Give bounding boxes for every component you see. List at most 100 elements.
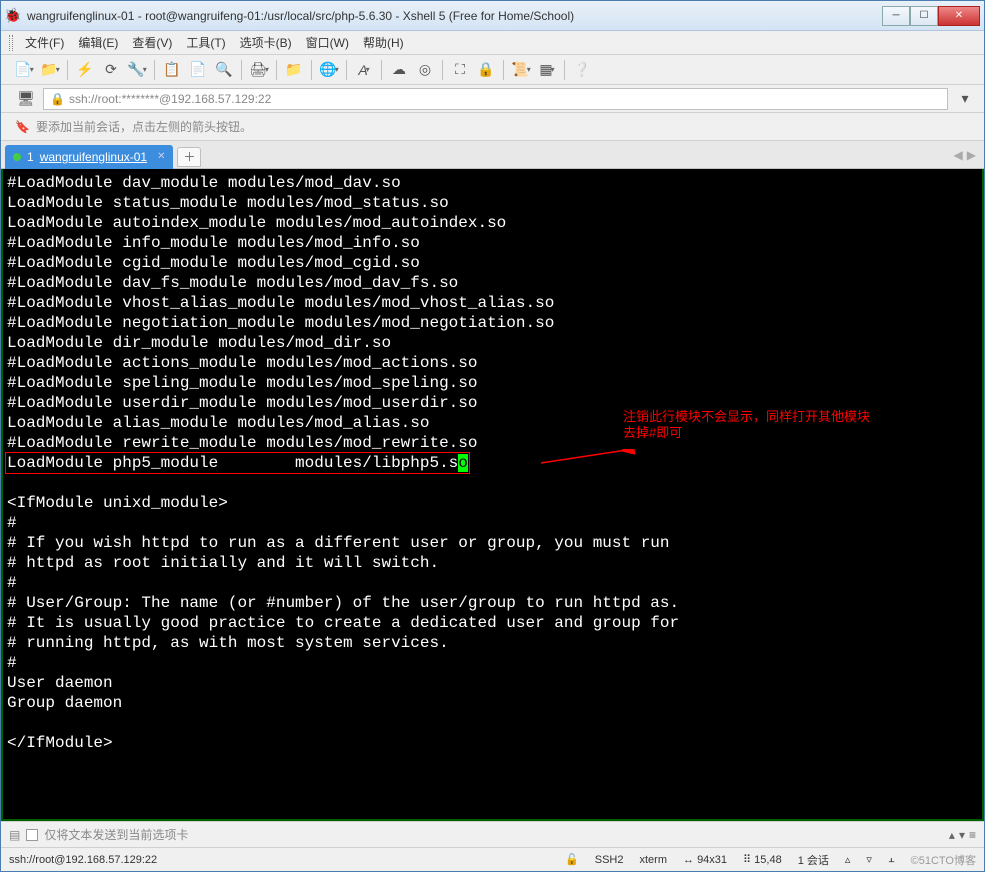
tab-next-icon[interactable]: ▶ bbox=[967, 148, 976, 162]
window-controls: ─ ☐ ✕ bbox=[882, 6, 980, 26]
xftp-icon[interactable]: 📁 bbox=[283, 59, 305, 81]
scroll-icon[interactable]: 📜▾ bbox=[510, 59, 532, 81]
watermark: ©51CTO博客 bbox=[911, 852, 976, 868]
bookmark-icon[interactable]: 🔖 bbox=[15, 120, 30, 134]
properties-icon[interactable]: 🔧▾ bbox=[126, 59, 148, 81]
terminal-line: # running httpd, as with most system ser… bbox=[7, 633, 978, 653]
separator bbox=[442, 60, 443, 80]
copy-icon[interactable]: 📋 bbox=[161, 59, 183, 81]
fullscreen-icon[interactable]: ⛶ bbox=[449, 59, 471, 81]
highlight-prefix: LoadModule php5_module modules/libphp5.s bbox=[7, 454, 458, 472]
terminal-line: Group daemon bbox=[7, 693, 978, 713]
menu-window[interactable]: 窗口(W) bbox=[300, 32, 355, 53]
terminal-line: LoadModule dir_module modules/mod_dir.so bbox=[7, 333, 978, 353]
status-nav-dn-icon[interactable]: ▿ bbox=[866, 853, 872, 866]
status-dot-icon bbox=[13, 153, 21, 161]
terminal-line bbox=[7, 473, 978, 493]
info-bar: 🔖 要添加当前会话，点击左侧的箭头按钮。 bbox=[1, 113, 984, 141]
separator bbox=[67, 60, 68, 80]
cloud-icon[interactable]: ☁ bbox=[388, 59, 410, 81]
menu-tools[interactable]: 工具(T) bbox=[180, 32, 231, 53]
paste-icon[interactable]: 📄 bbox=[187, 59, 209, 81]
window-title: wangruifenglinux-01 - root@wangruifeng-0… bbox=[27, 9, 882, 23]
send-down-icon[interactable]: ▾ bbox=[959, 828, 965, 842]
print-icon[interactable]: 🖨▾ bbox=[248, 59, 270, 81]
find-icon[interactable]: 🔍 bbox=[213, 59, 235, 81]
separator bbox=[311, 60, 312, 80]
terminal-line: #LoadModule dav_module modules/mod_dav.s… bbox=[7, 173, 978, 193]
terminal-line bbox=[7, 713, 978, 733]
address-dropdown-icon[interactable]: ▾ bbox=[954, 88, 976, 110]
font-icon[interactable]: A▾ bbox=[353, 59, 375, 81]
open-icon[interactable]: 📁▾ bbox=[39, 59, 61, 81]
tab-index: 1 bbox=[27, 150, 34, 164]
status-bar: ssh://root@192.168.57.129:22 🔓 SSH2 xter… bbox=[1, 847, 984, 871]
lock-icon[interactable]: 🔒 bbox=[475, 59, 497, 81]
status-session: 1 会话 bbox=[798, 852, 829, 868]
send-bar: ▤ 仅将文本发送到当前选项卡 ▴ ▾ ≡ bbox=[1, 821, 984, 847]
send-icon[interactable]: ▤ bbox=[9, 828, 20, 842]
help-icon[interactable]: ❔ bbox=[571, 59, 593, 81]
terminal-line: #LoadModule negotiation_module modules/m… bbox=[7, 313, 978, 333]
size-icon: ↔ bbox=[683, 854, 697, 866]
session-tab[interactable]: 1 wangruifenglinux-01 ✕ bbox=[5, 145, 173, 169]
annotation-text: 注销此行模块不会显示，同样打开其他模块 去掉#即可 bbox=[623, 409, 870, 442]
tab-nav: ◀ ▶ bbox=[954, 148, 980, 162]
globe-icon[interactable]: 🌐▾ bbox=[318, 59, 340, 81]
menu-file[interactable]: 文件(F) bbox=[19, 32, 70, 53]
address-bar: 🖥 🔒 ssh://root:********@192.168.57.129:2… bbox=[1, 85, 984, 113]
separator bbox=[241, 60, 242, 80]
close-button[interactable]: ✕ bbox=[938, 6, 980, 26]
terminal-line: </IfModule> bbox=[7, 733, 978, 753]
status-pos: 15,48 bbox=[754, 854, 782, 866]
new-session-icon[interactable]: 📄▾ bbox=[13, 59, 35, 81]
cursor: o bbox=[458, 454, 468, 472]
status-term: xterm bbox=[640, 854, 668, 866]
send-label: 仅将文本发送到当前选项卡 bbox=[44, 826, 188, 843]
terminal-line: # bbox=[7, 513, 978, 533]
separator bbox=[346, 60, 347, 80]
menubar: 文件(F) 编辑(E) 查看(V) 工具(T) 选项卡(B) 窗口(W) 帮助(… bbox=[1, 31, 984, 55]
separator bbox=[503, 60, 504, 80]
disconnect-icon[interactable]: ⟳ bbox=[100, 59, 122, 81]
terminal-line: # If you wish httpd to run as a differen… bbox=[7, 533, 978, 553]
send-checkbox[interactable] bbox=[26, 829, 38, 841]
collapse-icon[interactable]: ⫠ bbox=[888, 853, 895, 866]
target-icon[interactable]: ◎ bbox=[414, 59, 436, 81]
layout-icon[interactable]: ▦▾ bbox=[536, 59, 558, 81]
terminal-line: #LoadModule speling_module modules/mod_s… bbox=[7, 373, 978, 393]
tab-prev-icon[interactable]: ◀ bbox=[954, 148, 963, 162]
separator bbox=[154, 60, 155, 80]
terminal[interactable]: #LoadModule dav_module modules/mod_dav.s… bbox=[1, 169, 984, 821]
highlighted-line: LoadModule php5_module modules/libphp5.s… bbox=[7, 453, 978, 473]
app-window: 🐞 wangruifenglinux-01 - root@wangruifeng… bbox=[0, 0, 985, 872]
address-text: ssh://root:********@192.168.57.129:22 bbox=[69, 92, 271, 106]
app-icon: 🐞 bbox=[5, 8, 21, 24]
menu-edit[interactable]: 编辑(E) bbox=[72, 32, 124, 53]
terminal-line: #LoadModule cgid_module modules/mod_cgid… bbox=[7, 253, 978, 273]
menu-tabs[interactable]: 选项卡(B) bbox=[234, 32, 298, 53]
minimize-button[interactable]: ─ bbox=[882, 6, 910, 26]
terminal-line: LoadModule autoindex_module modules/mod_… bbox=[7, 213, 978, 233]
terminal-line: <IfModule unixd_module> bbox=[7, 493, 978, 513]
terminal-line: # bbox=[7, 573, 978, 593]
new-tab-button[interactable]: ＋ bbox=[177, 147, 201, 167]
terminal-line: #LoadModule vhost_alias_module modules/m… bbox=[7, 293, 978, 313]
address-field[interactable]: 🔒 ssh://root:********@192.168.57.129:22 bbox=[43, 88, 948, 110]
pos-icon: ⠿ bbox=[743, 854, 754, 866]
tab-label: wangruifenglinux-01 bbox=[40, 150, 147, 164]
reconnect-icon[interactable]: ⚡ bbox=[74, 59, 96, 81]
menu-help[interactable]: 帮助(H) bbox=[357, 32, 410, 53]
tab-close-icon[interactable]: ✕ bbox=[157, 151, 165, 162]
status-size: 94x31 bbox=[697, 854, 727, 866]
host-icon[interactable]: 🖥 bbox=[15, 88, 37, 110]
terminal-line: User daemon bbox=[7, 673, 978, 693]
terminal-line: #LoadModule actions_module modules/mod_a… bbox=[7, 353, 978, 373]
separator bbox=[381, 60, 382, 80]
send-menu-icon[interactable]: ≡ bbox=[969, 828, 976, 842]
terminal-line: # bbox=[7, 653, 978, 673]
status-nav-up-icon[interactable]: ▵ bbox=[845, 853, 851, 866]
maximize-button[interactable]: ☐ bbox=[910, 6, 938, 26]
send-up-icon[interactable]: ▴ bbox=[949, 828, 955, 842]
menu-view[interactable]: 查看(V) bbox=[126, 32, 178, 53]
